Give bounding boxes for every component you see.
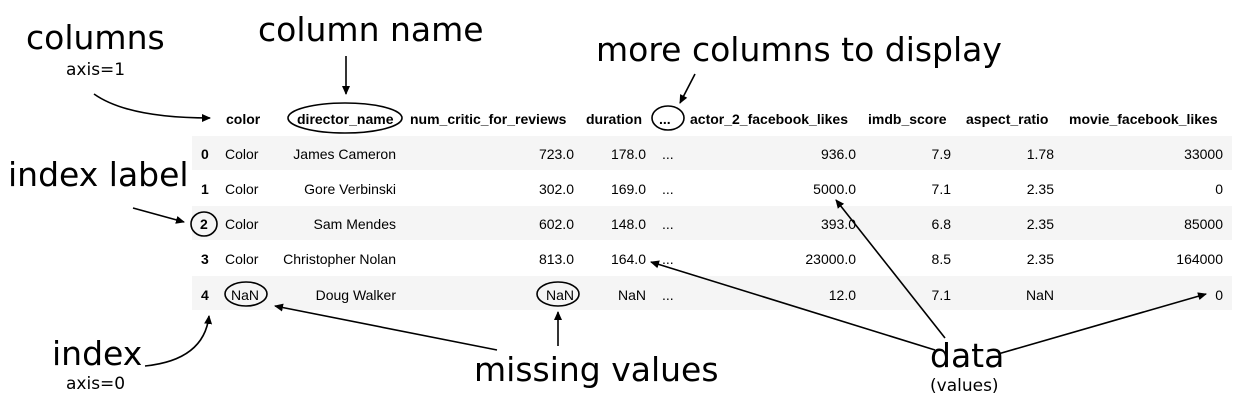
table-cell: James Cameron: [293, 146, 396, 162]
table-cell: NaN: [617, 287, 646, 303]
column-header-imdb-score: imdb_score: [868, 111, 947, 127]
table-cell: Doug Walker: [315, 287, 396, 303]
index-axis-annotation: axis=0: [66, 374, 126, 394]
index-label: 3: [201, 251, 209, 267]
columns-axis-annotation: axis=1: [66, 60, 126, 80]
table-cell: 7.9: [931, 146, 951, 162]
table-cell: 148.0: [610, 216, 646, 232]
table-cell: 813.0: [538, 251, 574, 267]
table-cell: ...: [662, 251, 674, 267]
index-label: 0: [201, 146, 209, 162]
table-cell: 2.35: [1026, 181, 1054, 197]
index-label: 2: [200, 216, 208, 232]
column-header-actor-2-facebook-likes: actor_2_facebook_likes: [690, 111, 848, 127]
table-cell: ...: [662, 216, 674, 232]
table-cell: NaN: [231, 287, 260, 303]
index-label: 4: [201, 287, 209, 303]
table-cell: 169.0: [610, 181, 646, 197]
table-cell: ...: [662, 146, 674, 162]
data-values-annotation: (values): [930, 376, 999, 396]
column-header-color: color: [226, 111, 261, 127]
table-cell: Color: [225, 216, 259, 232]
table-cell: ...: [662, 181, 674, 197]
table-cell: 85000: [1184, 216, 1223, 232]
column-header-ellipsis: ...: [659, 111, 671, 127]
column-header-num-critic: num_critic_for_reviews: [410, 111, 567, 127]
table-cell: 7.1: [931, 181, 951, 197]
table-cell: NaN: [545, 287, 574, 303]
table-cell: 2.35: [1026, 251, 1054, 267]
table-cell: 393.0: [820, 216, 856, 232]
missing-values-arrow-left: [274, 303, 498, 351]
index-label-annotation: index label: [8, 155, 189, 194]
table-cell: 5000.0: [813, 181, 856, 197]
column-header-director-name: director_name: [297, 111, 394, 127]
table-cell: Sam Mendes: [313, 216, 396, 232]
table-cell: NaN: [1025, 287, 1054, 303]
table-cell: ...: [662, 287, 674, 303]
index-label-arrow: [132, 207, 185, 224]
index-label: 1: [201, 181, 209, 197]
table-cell: 302.0: [538, 181, 574, 197]
column-name-annotation: column name: [258, 10, 484, 49]
index-arrow: [144, 315, 213, 367]
more-columns-arrow: [679, 73, 696, 104]
more-columns-annotation: more columns to display: [596, 30, 1002, 69]
table-cell: Color: [225, 146, 259, 162]
table-cell: 7.1: [931, 287, 951, 303]
table-cell: 0: [1215, 181, 1223, 197]
missing-values-annotation: missing values: [474, 350, 719, 389]
column-header-movie-facebook-likes: movie_facebook_likes: [1069, 111, 1218, 127]
column-header-duration: duration: [586, 111, 642, 127]
table-cell: 164.0: [610, 251, 646, 267]
data-annotation: data: [930, 336, 1005, 375]
table-cell: 178.0: [610, 146, 646, 162]
table-cell: 936.0: [820, 146, 856, 162]
table-cell: Color: [225, 251, 259, 267]
table-cell: 23000.0: [805, 251, 856, 267]
dataframe-table: [192, 100, 1232, 312]
table-cell: 2.35: [1026, 216, 1054, 232]
table-cell: 6.8: [931, 216, 951, 232]
table-cell: Christopher Nolan: [283, 251, 396, 267]
table-cell: Gore Verbinski: [304, 181, 396, 197]
table-cell: 33000: [1184, 146, 1223, 162]
columns-annotation: columns: [26, 18, 165, 57]
table-cell: 8.5: [931, 251, 951, 267]
table-cell: 602.0: [538, 216, 574, 232]
table-cell: 164000: [1176, 251, 1223, 267]
index-annotation: index: [52, 334, 143, 373]
table-cell: Color: [225, 181, 259, 197]
table-cell: 1.78: [1026, 146, 1054, 162]
table-cell: 0: [1215, 287, 1223, 303]
table-cell: 723.0: [538, 146, 574, 162]
table-cell: 12.0: [828, 287, 856, 303]
column-header-aspect-ratio: aspect_ratio: [966, 111, 1049, 127]
